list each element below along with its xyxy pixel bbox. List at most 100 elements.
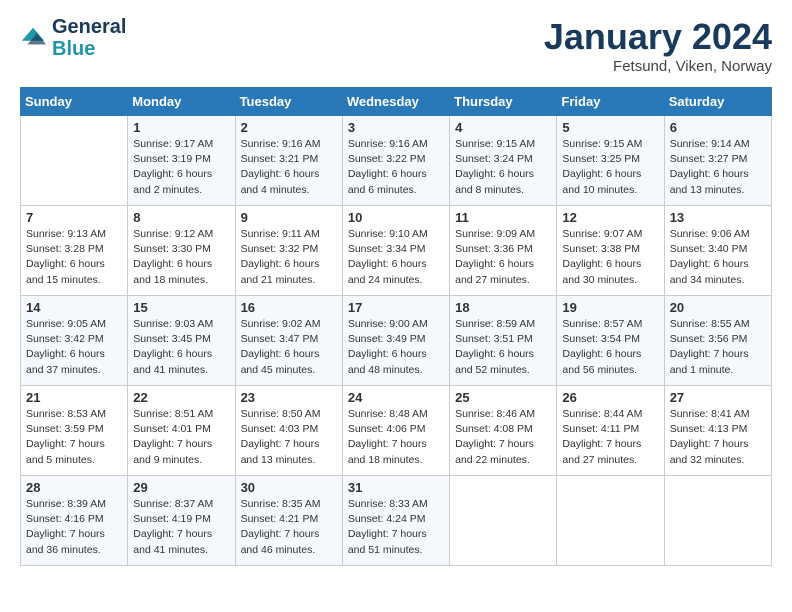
day-number: 8 — [133, 210, 229, 225]
logo-line2: Blue — [52, 38, 126, 60]
day-info: Sunrise: 9:06 AMSunset: 3:40 PMDaylight:… — [670, 227, 766, 288]
day-number: 30 — [241, 480, 337, 495]
day-number: 24 — [348, 390, 444, 405]
month-title: January 2024 — [544, 16, 772, 58]
day-number: 11 — [455, 210, 551, 225]
day-info: Sunrise: 8:59 AMSunset: 3:51 PMDaylight:… — [455, 317, 551, 378]
day-info: Sunrise: 8:53 AMSunset: 3:59 PMDaylight:… — [26, 407, 122, 468]
day-cell: 1 Sunrise: 9:17 AMSunset: 3:19 PMDaylight… — [128, 116, 235, 206]
day-cell: 17 Sunrise: 9:00 AMSunset: 3:49 PMDayligh… — [342, 296, 449, 386]
day-cell: 12Sunrise: 9:07 AMSunset: 3:38 PMDayligh… — [557, 206, 664, 296]
day-number: 16 — [241, 300, 337, 315]
day-cell: 16 Sunrise: 9:02 AMSunset: 3:47 PMDayligh… — [235, 296, 342, 386]
day-number: 12 — [562, 210, 658, 225]
day-info: Sunrise: 8:33 AMSunset: 4:24 PMDaylight:… — [348, 497, 444, 558]
col-header-wednesday: Wednesday — [342, 88, 449, 116]
col-header-sunday: Sunday — [21, 88, 128, 116]
day-cell — [450, 476, 557, 566]
day-number: 26 — [562, 390, 658, 405]
day-cell: 18Sunrise: 8:59 AMSunset: 3:51 PMDayligh… — [450, 296, 557, 386]
day-info: Sunrise: 9:13 AMSunset: 3:28 PMDaylight:… — [26, 227, 122, 288]
day-number: 27 — [670, 390, 766, 405]
day-cell: 8 Sunrise: 9:12 AMSunset: 3:30 PMDaylight… — [128, 206, 235, 296]
day-info: Sunrise: 9:09 AMSunset: 3:36 PMDaylight:… — [455, 227, 551, 288]
day-number: 20 — [670, 300, 766, 315]
day-number: 28 — [26, 480, 122, 495]
day-info: Sunrise: 9:11 AMSunset: 3:32 PMDaylight:… — [241, 227, 337, 288]
day-number: 17 — [348, 300, 444, 315]
day-info: Sunrise: 9:15 AMSunset: 3:25 PMDaylight:… — [562, 137, 658, 198]
day-info: Sunrise: 9:02 AMSunset: 3:47 PMDaylight:… — [241, 317, 337, 378]
day-cell: 6 Sunrise: 9:14 AMSunset: 3:27 PMDaylight… — [664, 116, 771, 206]
title-block: January 2024 Fetsund, Viken, Norway — [544, 16, 772, 75]
week-row-4: 21 Sunrise: 8:53 AMSunset: 3:59 PMDayligh… — [21, 386, 772, 476]
day-info: Sunrise: 9:03 AMSunset: 3:45 PMDaylight:… — [133, 317, 229, 378]
week-row-2: 7 Sunrise: 9:13 AMSunset: 3:28 PMDaylight… — [21, 206, 772, 296]
day-number: 22 — [133, 390, 229, 405]
day-info: Sunrise: 8:48 AMSunset: 4:06 PMDaylight:… — [348, 407, 444, 468]
week-row-5: 28 Sunrise: 8:39 AMSunset: 4:16 PMDayligh… — [21, 476, 772, 566]
day-number: 21 — [26, 390, 122, 405]
day-info: Sunrise: 8:46 AMSunset: 4:08 PMDaylight:… — [455, 407, 551, 468]
day-cell — [664, 476, 771, 566]
day-cell: 3Sunrise: 9:16 AMSunset: 3:22 PMDaylight… — [342, 116, 449, 206]
day-cell: 2 Sunrise: 9:16 AMSunset: 3:21 PMDaylight… — [235, 116, 342, 206]
day-number: 15 — [133, 300, 229, 315]
day-info: Sunrise: 9:10 AMSunset: 3:34 PMDaylight:… — [348, 227, 444, 288]
day-info: Sunrise: 9:17 AMSunset: 3:19 PMDaylight:… — [133, 137, 229, 198]
day-info: Sunrise: 9:00 AMSunset: 3:49 PMDaylight:… — [348, 317, 444, 378]
day-info: Sunrise: 9:05 AMSunset: 3:42 PMDaylight:… — [26, 317, 122, 378]
day-cell: 19 Sunrise: 8:57 AMSunset: 3:54 PMDayligh… — [557, 296, 664, 386]
day-info: Sunrise: 8:57 AMSunset: 3:54 PMDaylight:… — [562, 317, 658, 378]
day-cell: 7 Sunrise: 9:13 AMSunset: 3:28 PMDaylight… — [21, 206, 128, 296]
day-info: Sunrise: 8:41 AMSunset: 4:13 PMDaylight:… — [670, 407, 766, 468]
day-info: Sunrise: 9:16 AMSunset: 3:22 PMDaylight:… — [348, 137, 444, 198]
day-number: 29 — [133, 480, 229, 495]
day-cell: 25Sunrise: 8:46 AMSunset: 4:08 PMDayligh… — [450, 386, 557, 476]
day-cell: 30 Sunrise: 8:35 AMSunset: 4:21 PMDayligh… — [235, 476, 342, 566]
day-cell: 29 Sunrise: 8:37 AMSunset: 4:19 PMDayligh… — [128, 476, 235, 566]
day-cell: 13 Sunrise: 9:06 AMSunset: 3:40 PMDayligh… — [664, 206, 771, 296]
day-cell: 15 Sunrise: 9:03 AMSunset: 3:45 PMDayligh… — [128, 296, 235, 386]
day-cell: 4Sunrise: 9:15 AMSunset: 3:24 PMDaylight… — [450, 116, 557, 206]
day-cell — [557, 476, 664, 566]
day-info: Sunrise: 8:51 AMSunset: 4:01 PMDaylight:… — [133, 407, 229, 468]
day-cell: 23Sunrise: 8:50 AMSunset: 4:03 PMDayligh… — [235, 386, 342, 476]
day-number: 1 — [133, 120, 229, 135]
logo-icon — [20, 24, 48, 52]
day-number: 31 — [348, 480, 444, 495]
day-info: Sunrise: 8:35 AMSunset: 4:21 PMDaylight:… — [241, 497, 337, 558]
day-cell: 10 Sunrise: 9:10 AMSunset: 3:34 PMDayligh… — [342, 206, 449, 296]
day-info: Sunrise: 8:50 AMSunset: 4:03 PMDaylight:… — [241, 407, 337, 468]
day-number: 10 — [348, 210, 444, 225]
day-number: 6 — [670, 120, 766, 135]
day-info: Sunrise: 8:37 AMSunset: 4:19 PMDaylight:… — [133, 497, 229, 558]
day-number: 4 — [455, 120, 551, 135]
week-row-1: 1 Sunrise: 9:17 AMSunset: 3:19 PMDaylight… — [21, 116, 772, 206]
day-number: 19 — [562, 300, 658, 315]
day-cell: 20 Sunrise: 8:55 AMSunset: 3:56 PMDayligh… — [664, 296, 771, 386]
col-header-thursday: Thursday — [450, 88, 557, 116]
day-info: Sunrise: 8:39 AMSunset: 4:16 PMDaylight:… — [26, 497, 122, 558]
day-number: 2 — [241, 120, 337, 135]
day-info: Sunrise: 9:12 AMSunset: 3:30 PMDaylight:… — [133, 227, 229, 288]
day-info: Sunrise: 9:16 AMSunset: 3:21 PMDaylight:… — [241, 137, 337, 198]
day-number: 14 — [26, 300, 122, 315]
logo-line1: General — [52, 16, 126, 38]
day-number: 9 — [241, 210, 337, 225]
day-cell: 26Sunrise: 8:44 AMSunset: 4:11 PMDayligh… — [557, 386, 664, 476]
col-header-tuesday: Tuesday — [235, 88, 342, 116]
col-header-monday: Monday — [128, 88, 235, 116]
day-info: Sunrise: 9:14 AMSunset: 3:27 PMDaylight:… — [670, 137, 766, 198]
day-cell: 21 Sunrise: 8:53 AMSunset: 3:59 PMDayligh… — [21, 386, 128, 476]
logo: General Blue — [20, 16, 126, 60]
day-number: 13 — [670, 210, 766, 225]
page-header: General Blue January 2024 Fetsund, Viken… — [20, 16, 772, 75]
day-cell: 24 Sunrise: 8:48 AMSunset: 4:06 PMDayligh… — [342, 386, 449, 476]
day-cell: 14 Sunrise: 9:05 AMSunset: 3:42 PMDayligh… — [21, 296, 128, 386]
day-info: Sunrise: 8:55 AMSunset: 3:56 PMDaylight:… — [670, 317, 766, 378]
day-number: 7 — [26, 210, 122, 225]
location: Fetsund, Viken, Norway — [544, 58, 772, 75]
day-cell: 22 Sunrise: 8:51 AMSunset: 4:01 PMDayligh… — [128, 386, 235, 476]
col-header-friday: Friday — [557, 88, 664, 116]
